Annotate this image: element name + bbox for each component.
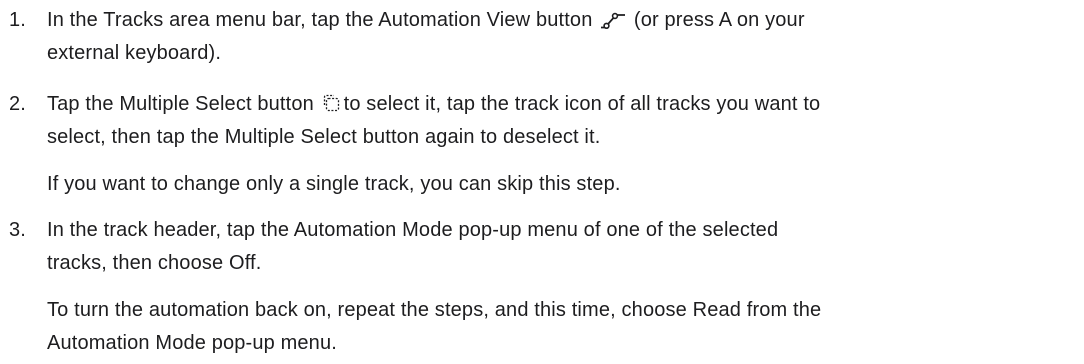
step-note: To turn the automation back on, repeat t… <box>47 294 1077 360</box>
step-number: 1. <box>9 9 26 31</box>
step-note: If you want to change only a single trac… <box>47 173 621 195</box>
step-text: In the track header, tap the Automation … <box>47 214 1077 280</box>
step-note-line: To turn the automation back on, repeat t… <box>47 299 822 321</box>
step-text: Tap the Multiple Select button to select… <box>47 88 1077 154</box>
step-number: 3. <box>9 219 26 241</box>
step-line: In the Tracks area menu bar, tap the Aut… <box>47 9 805 31</box>
step-text: In the Tracks area menu bar, tap the Aut… <box>47 4 1077 70</box>
step-line: Tap the Multiple Select button to select… <box>47 93 821 115</box>
step-number: 2. <box>9 93 26 115</box>
multiple-select-icon <box>322 93 342 113</box>
step-note-line: Automation Mode pop-up menu. <box>47 332 337 354</box>
step-line: tracks, then choose Off. <box>47 252 262 274</box>
step-line: external keyboard). <box>47 42 222 64</box>
step-line: In the track header, tap the Automation … <box>47 219 779 241</box>
step-line: select, then tap the Multiple Select but… <box>47 126 601 148</box>
automation-view-icon <box>600 11 626 29</box>
